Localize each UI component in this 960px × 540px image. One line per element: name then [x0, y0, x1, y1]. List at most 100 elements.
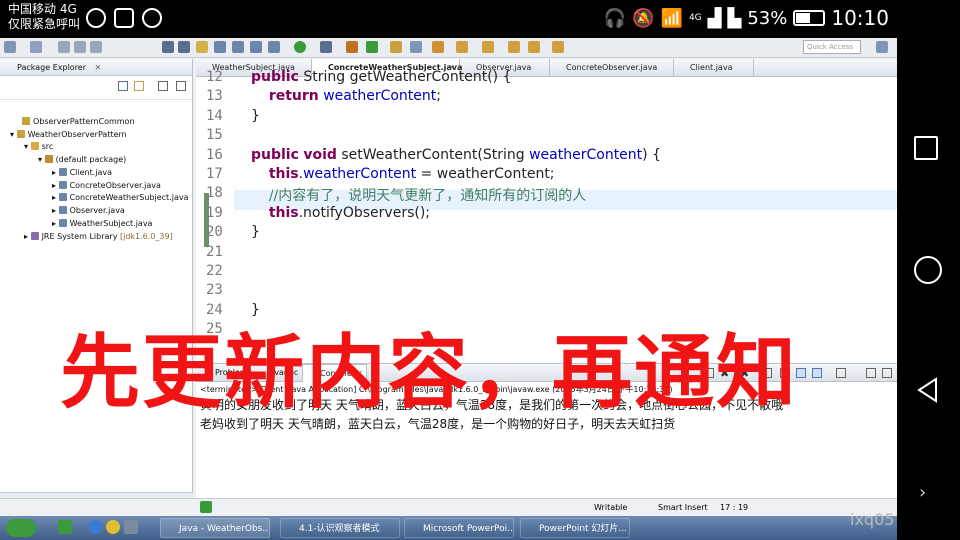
forward-nav-icon[interactable]	[552, 41, 564, 53]
taskbar-item[interactable]: PowerPoint 幻灯片...	[520, 518, 630, 538]
tree-item-jre[interactable]: ▸ JRE System Library [jdk1.6.0_39]	[24, 231, 173, 242]
line-number: 22	[206, 263, 223, 279]
code-token: weatherContent	[529, 146, 643, 163]
app-notification-icon	[142, 8, 162, 28]
android-nav-bar: ›	[897, 0, 960, 540]
back-nav-icon[interactable]	[528, 41, 540, 53]
tree-item-file[interactable]: ▸ Observer.java	[52, 205, 125, 216]
code-line[interactable]: this.weatherContent = weatherContent;	[251, 166, 555, 182]
eclipse-window: Quick Access Package Explorer ✕ Observer…	[0, 38, 897, 540]
taskbar-item-label: Microsoft PowerPoi...	[423, 524, 514, 534]
link-editor-icon[interactable]	[134, 81, 144, 91]
start-button[interactable]	[6, 519, 36, 537]
tab-concrete-observer[interactable]: ConcreteObserver.java	[550, 59, 674, 77]
tree-item-label: Observer.java	[69, 206, 125, 215]
package-explorer-tab[interactable]: Package Explorer ✕	[0, 59, 192, 76]
quicklaunch-icon[interactable]	[58, 520, 72, 534]
save-all-icon[interactable]	[74, 41, 86, 53]
highlight-icon[interactable]	[196, 41, 208, 53]
tab-client[interactable]: Client.java	[674, 59, 754, 77]
ie-icon[interactable]	[88, 520, 102, 534]
open-console-icon[interactable]	[836, 368, 846, 378]
new-icon[interactable]	[4, 41, 16, 53]
java-file-icon	[58, 206, 67, 214]
next-annotation-icon[interactable]	[456, 41, 468, 53]
search-icon[interactable]	[410, 41, 422, 53]
project-icon	[16, 130, 25, 138]
maximize-icon[interactable]	[882, 368, 892, 378]
chrome-icon[interactable]	[106, 520, 120, 534]
package-explorer-tools	[0, 76, 192, 100]
home-icon[interactable]	[914, 256, 942, 284]
tool-icon[interactable]	[268, 41, 280, 53]
print-icon[interactable]	[90, 41, 102, 53]
source-folder-icon	[30, 142, 39, 150]
last-edit-icon[interactable]	[508, 41, 520, 53]
coverage-icon[interactable]	[366, 41, 378, 53]
package-icon	[44, 155, 53, 163]
package-explorer-title: Package Explorer	[17, 63, 87, 72]
taskbar-item-label: 4.1-认识观察者模式	[299, 524, 380, 534]
writable-status: Writable	[594, 503, 628, 512]
minimize-icon[interactable]	[176, 81, 186, 91]
network-type-label: 4G	[688, 13, 702, 23]
code-token: void	[303, 146, 337, 163]
taskbar-item[interactable]: 4.1-认识观察者模式	[280, 518, 400, 538]
chevron-right-icon[interactable]: ›	[919, 482, 947, 510]
tree-item-file[interactable]: ▸ ConcreteWeatherSubject.java	[52, 192, 189, 203]
code-line[interactable]: //内容有了，说明天气更新了，通知所有的订阅的人	[251, 185, 586, 205]
back-icon[interactable]	[914, 376, 942, 404]
minimize-icon[interactable]	[866, 368, 876, 378]
line-number: 13	[206, 88, 223, 105]
run-icon[interactable]	[294, 41, 306, 53]
code-line[interactable]: }	[251, 224, 260, 240]
carrier-info: 中国移动 4G 仅限紧急呼叫	[8, 2, 80, 32]
image-notification-icon	[114, 8, 134, 28]
fast-view-icon[interactable]	[200, 501, 212, 513]
signal-icon: ▟	[707, 7, 722, 29]
tree-item-project[interactable]: ▾ WeatherObserverPattern	[10, 129, 127, 140]
tool-icon[interactable]	[178, 41, 190, 53]
code-line[interactable]: public void setWeatherContent(String wea…	[251, 147, 661, 163]
code-line[interactable]: }	[251, 108, 260, 124]
close-icon[interactable]: ✕	[95, 63, 102, 72]
view-menu-icon[interactable]	[158, 81, 168, 91]
emergency-label: 仅限紧急呼叫	[8, 17, 81, 31]
open-type-icon[interactable]	[390, 41, 402, 53]
tree-item-label: ConcreteWeatherSubject.java	[69, 193, 189, 202]
code-line[interactable]: this.notifyObservers();	[251, 205, 430, 221]
tool-icon[interactable]	[162, 41, 174, 53]
open-icon[interactable]	[30, 41, 42, 53]
collapse-all-icon[interactable]	[118, 81, 128, 91]
system-icons: 🎧 🔕 📶 4G ▟ ▙ 53% 10:10	[604, 6, 889, 30]
code-token: weatherContent	[303, 166, 417, 182]
tool-icon[interactable]	[232, 41, 244, 53]
tree-item-project[interactable]: ObserverPatternCommon	[22, 116, 135, 127]
tree-item-file[interactable]: ▸ WeatherSubject.java	[52, 218, 152, 229]
code-token: ) {	[642, 146, 661, 163]
save-icon[interactable]	[58, 41, 70, 53]
annotation-icon[interactable]	[432, 41, 444, 53]
tree-item-label: ConcreteObserver.java	[69, 181, 161, 190]
tool-icon[interactable]	[250, 41, 262, 53]
taskbar-item[interactable]: Microsoft PowerPoi...	[404, 518, 514, 538]
tree-item-suffix: [jdk1.6.0_39]	[119, 232, 173, 241]
perspective-icon[interactable]	[876, 41, 888, 53]
debug-icon[interactable]	[320, 41, 332, 53]
quick-access-input[interactable]: Quick Access	[803, 40, 861, 54]
code-line[interactable]: public String getWeatherContent() {	[251, 69, 511, 85]
tree-item-file[interactable]: ▸ Client.java	[52, 167, 112, 178]
recent-apps-icon[interactable]	[914, 136, 938, 160]
tree-item-package[interactable]: ▾ (default package)	[38, 154, 126, 165]
quicklaunch-icon[interactable]	[124, 520, 138, 534]
tool-icon[interactable]	[214, 41, 226, 53]
tree-item-file[interactable]: ▸ ConcreteObserver.java	[52, 180, 161, 191]
tree-item-src[interactable]: ▾ src	[24, 141, 53, 152]
profile-icon[interactable]	[346, 41, 358, 53]
package-explorer: Package Explorer ✕ ObserverPatternCommon…	[0, 59, 193, 504]
prev-annotation-icon[interactable]	[482, 41, 494, 53]
taskbar-item[interactable]: Java - WeatherObs...	[160, 518, 270, 538]
display-console-icon[interactable]	[812, 368, 822, 378]
code-line[interactable]: return weatherContent;	[251, 88, 441, 104]
